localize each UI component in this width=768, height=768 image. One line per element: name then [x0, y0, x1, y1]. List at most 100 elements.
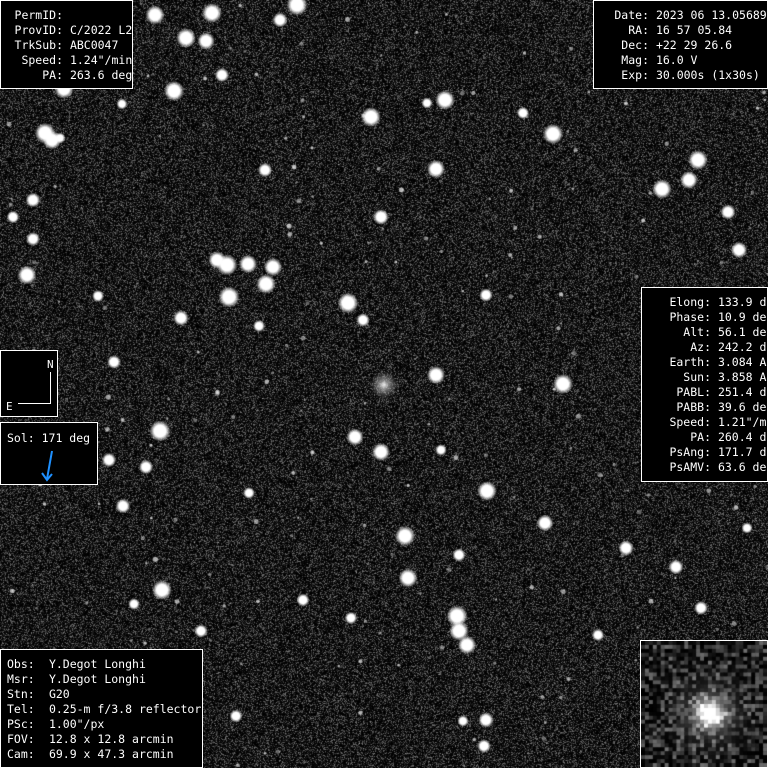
observation-key: Dec: [621, 38, 649, 52]
ephemeris-value: 3.858 AU [717, 370, 768, 384]
ephemeris-row: PsAMV: 63.6 deg [648, 460, 768, 475]
ephemeris-key: Sun: [683, 370, 711, 384]
ephemeris-key: PsAMV: [669, 460, 711, 474]
target-zoom-image [641, 641, 767, 767]
station-value: 69.9 x 47.3 arcmin [48, 747, 174, 761]
object-key: ProvID: [14, 23, 63, 37]
object-value: 1.24"/min [69, 53, 133, 67]
observation-row: Date: 2023 06 13.05689 [600, 8, 767, 23]
compass-panel: N E [0, 350, 58, 417]
observation-value: 16 57 05.84 [655, 23, 733, 37]
station-value: 12.8 x 12.8 arcmin [48, 732, 174, 746]
object-info-panel: PermID: ProvID: C/2022 L2 TrkSub: ABC0047… [0, 0, 133, 89]
station-value: 0.25-m f/3.8 reflector [48, 702, 202, 716]
sun-direction-arrow-icon [41, 450, 53, 482]
ephemeris-value: 3.084 AU [717, 355, 768, 369]
ephemeris-value: 56.1 deg [717, 325, 768, 339]
ephemeris-key: Az: [690, 340, 711, 354]
object-row: Speed: 1.24"/min [7, 53, 132, 68]
observation-value: 30.000s (1x30s) [655, 68, 760, 82]
ephemeris-panel: Elong: 133.9 degPhase: 10.9 degAlt: 56.1… [641, 287, 768, 482]
observation-row: Mag: 16.0 V [600, 53, 767, 68]
object-key: PA: [42, 68, 63, 82]
observation-info-panel: Date: 2023 06 13.05689 RA: 16 57 05.84 Dec… [593, 0, 768, 89]
station-key: Cam: [7, 747, 35, 761]
ephemeris-row: Phase: 10.9 deg [648, 310, 768, 325]
observation-key: Exp: [621, 68, 649, 82]
ephemeris-key: PsAng: [669, 445, 711, 459]
station-key: PSc: [7, 717, 35, 731]
ephemeris-value: 260.4 deg [717, 430, 768, 444]
ephemeris-row: Elong: 133.9 deg [648, 295, 768, 310]
ephemeris-row: PABL: 251.4 deg [648, 385, 768, 400]
station-info-panel: Obs: Y.Degot Longhi Msr: Y.Degot Longhi St… [0, 649, 203, 768]
north-label: N [47, 358, 54, 371]
observation-value: 16.0 V [655, 53, 698, 67]
ephemeris-value: 10.9 deg [717, 310, 768, 324]
ephemeris-row: PA: 260.4 deg [648, 430, 768, 445]
object-key: TrkSub: [14, 38, 63, 52]
ephemeris-key: Phase: [669, 310, 711, 324]
object-row: TrkSub: ABC0047 [7, 38, 132, 53]
object-value: C/2022 L2 [69, 23, 133, 37]
target-zoom-inset [640, 640, 768, 768]
station-key: Stn: [7, 687, 35, 701]
station-key: FOV: [7, 732, 35, 746]
east-label: E [6, 400, 13, 413]
observation-key: Date: [614, 8, 649, 22]
ephemeris-key: Elong: [669, 295, 711, 309]
station-key: Msr: [7, 672, 35, 686]
ephemeris-key: Alt: [683, 325, 711, 339]
ephemeris-key: PA: [690, 430, 711, 444]
object-value: 263.6 deg [69, 68, 133, 82]
east-axis-line [18, 403, 51, 404]
sol-label: Sol: 171 deg [7, 431, 91, 445]
ephemeris-row: Sun: 3.858 AU [648, 370, 768, 385]
observation-row: RA: 16 57 05.84 [600, 23, 767, 38]
station-row: Cam: 69.9 x 47.3 arcmin [7, 747, 202, 762]
north-axis-line [50, 372, 51, 404]
ephemeris-row: PABB: 39.6 deg [648, 400, 768, 415]
ephemeris-row: PsAng: 171.7 deg [648, 445, 768, 460]
station-row: Msr: Y.Degot Longhi [7, 672, 202, 687]
ephemeris-value: 1.21"/min [717, 415, 768, 429]
station-row: FOV: 12.8 x 12.8 arcmin [7, 732, 202, 747]
observation-key: Mag: [621, 53, 649, 67]
ephemeris-row: Speed: 1.21"/min [648, 415, 768, 430]
ephemeris-key: PABL: [676, 385, 711, 399]
observation-value: +22 29 26.6 [655, 38, 733, 52]
observation-row: Exp: 30.000s (1x30s) [600, 68, 767, 83]
station-row: Tel: 0.25-m f/3.8 reflector [7, 702, 202, 717]
ephemeris-row: Earth: 3.084 AU [648, 355, 768, 370]
object-value: ABC0047 [69, 38, 119, 52]
ephemeris-key: Speed: [669, 415, 711, 429]
ephemeris-row: Az: 242.2 deg [648, 340, 768, 355]
station-row: PSc: 1.00"/px [7, 717, 202, 732]
ephemeris-key: PABB: [676, 400, 711, 414]
ephemeris-key: Earth: [669, 355, 711, 369]
observation-value: 2023 06 13.05689 [655, 8, 767, 22]
station-value: Y.Degot Longhi [48, 657, 146, 671]
object-key: Speed: [21, 53, 63, 67]
station-value: Y.Degot Longhi [48, 672, 146, 686]
ephemeris-value: 251.4 deg [717, 385, 768, 399]
ephemeris-value: 133.9 deg [717, 295, 768, 309]
station-row: Obs: Y.Degot Longhi [7, 657, 202, 672]
object-row: ProvID: C/2022 L2 [7, 23, 133, 38]
observation-row: Dec: +22 29 26.6 [600, 38, 767, 53]
ephemeris-row: Alt: 56.1 deg [648, 325, 768, 340]
station-key: Tel: [7, 702, 35, 716]
ephemeris-value: 171.7 deg [717, 445, 768, 459]
object-row: PA: 263.6 deg [7, 68, 132, 83]
station-row: Stn: G20 [7, 687, 202, 702]
ephemeris-value: 39.6 deg [717, 400, 768, 414]
ephemeris-value: 63.6 deg [717, 460, 768, 474]
station-key: Obs: [7, 657, 35, 671]
observation-key: RA: [628, 23, 649, 37]
object-key: PermID: [14, 8, 63, 22]
station-value: G20 [48, 687, 70, 701]
ephemeris-value: 242.2 deg [717, 340, 768, 354]
station-value: 1.00"/px [48, 717, 105, 731]
sun-direction-panel: Sol: 171 deg [0, 422, 98, 485]
object-row: PermID: [7, 8, 132, 23]
